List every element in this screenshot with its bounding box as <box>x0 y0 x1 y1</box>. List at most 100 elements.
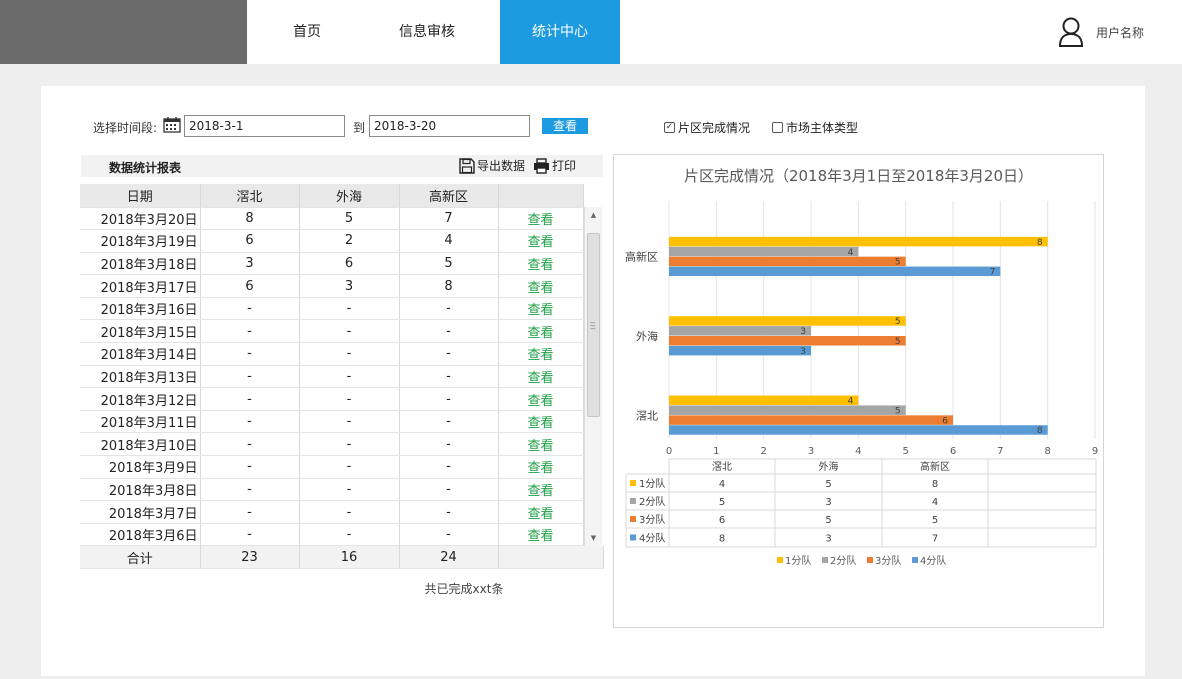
total-cell: 23 <box>200 546 300 570</box>
value-cell: - <box>200 500 300 524</box>
table-value: 6 <box>719 515 725 526</box>
value-cell: 5 <box>299 207 400 231</box>
value-cell: - <box>200 432 300 457</box>
table-row: 2018年3月12日 - - - 查看 <box>80 387 584 411</box>
bar-data-label: 5 <box>895 337 901 347</box>
view-link[interactable]: 查看 <box>498 274 584 298</box>
total-label: 合计 <box>80 546 201 570</box>
value-cell: 6 <box>200 274 300 298</box>
value-cell: - <box>399 387 499 411</box>
bar <box>669 316 906 326</box>
view-link[interactable]: 查看 <box>498 478 584 502</box>
y-category-label: 滘北 <box>636 409 658 422</box>
value-cell: 3 <box>200 252 300 276</box>
value-cell: - <box>299 365 400 389</box>
option-market-subject-type[interactable]: 市场主体类型 <box>772 119 858 136</box>
value-cell: 8 <box>399 274 499 298</box>
bar-data-label: 3 <box>800 347 806 357</box>
view-link[interactable]: 查看 <box>498 523 584 547</box>
table-row: 2018年3月17日 6 3 8 查看 <box>80 274 584 298</box>
value-cell: - <box>399 432 499 457</box>
date-cell: 2018年3月7日 <box>80 500 201 524</box>
date-cell: 2018年3月6日 <box>80 523 201 547</box>
nav-info-review[interactable]: 信息审核 <box>367 0 487 64</box>
value-cell: 5 <box>399 252 499 276</box>
date-cell: 2018年3月16日 <box>80 297 201 321</box>
value-cell: - <box>200 365 300 389</box>
total-cell: 16 <box>299 546 400 570</box>
view-link[interactable]: 查看 <box>498 297 584 321</box>
legend-label: 2分队 <box>830 554 856 567</box>
date-cell: 2018年3月8日 <box>80 478 201 502</box>
view-link[interactable]: 查看 <box>498 432 584 457</box>
bar-data-label: 5 <box>895 258 901 268</box>
table-value: 4 <box>932 497 938 508</box>
save-icon <box>459 157 475 174</box>
print-label: 打印 <box>552 159 577 173</box>
nav-home[interactable]: 首页 <box>247 0 367 64</box>
grip-icon: ‒ ‒ ‒ <box>590 318 596 334</box>
view-link[interactable]: 查看 <box>498 252 584 276</box>
calendar-icon[interactable] <box>163 116 181 133</box>
scrollbar-thumb[interactable]: ‒ ‒ ‒ <box>587 233 600 417</box>
bar <box>669 405 906 415</box>
view-link[interactable]: 查看 <box>498 410 584 434</box>
scroll-down-arrow-icon[interactable]: ▼ <box>585 530 602 546</box>
option-district-completion[interactable]: ✓ 片区完成情况 <box>664 119 750 136</box>
user-menu[interactable]: 用户名称 <box>1058 16 1144 48</box>
view-link[interactable]: 查看 <box>498 342 584 366</box>
table-scrollbar[interactable]: ▲ ‒ ‒ ‒ ▼ <box>584 207 602 546</box>
view-button[interactable]: 查看 <box>542 118 588 134</box>
table-value: 5 <box>825 479 831 490</box>
x-tick-label: 2 <box>760 446 766 457</box>
view-link[interactable]: 查看 <box>498 500 584 524</box>
end-date-input[interactable] <box>369 115 530 137</box>
legend-key <box>777 557 783 563</box>
value-cell: - <box>299 387 400 411</box>
column-header: 日期 <box>80 184 201 208</box>
bar <box>669 326 811 336</box>
scroll-up-arrow-icon[interactable]: ▲ <box>585 207 602 223</box>
value-cell: - <box>399 410 499 434</box>
checkbox-unchecked[interactable] <box>772 122 783 133</box>
table-row: 2018年3月11日 - - - 查看 <box>80 410 584 434</box>
checkbox-checked[interactable]: ✓ <box>664 122 675 133</box>
x-tick-label: 9 <box>1092 446 1098 457</box>
view-link[interactable]: 查看 <box>498 365 584 389</box>
nav-statistics-center[interactable]: 统计中心 <box>500 0 620 64</box>
export-data-button[interactable]: 导出数据 <box>459 157 525 174</box>
y-category-label: 高新区 <box>625 250 658 264</box>
view-link[interactable]: 查看 <box>498 319 584 344</box>
start-date-input[interactable] <box>184 115 345 137</box>
value-cell: 8 <box>200 207 300 231</box>
view-link[interactable]: 查看 <box>498 387 584 411</box>
print-button[interactable]: 打印 <box>533 157 576 174</box>
view-link[interactable]: 查看 <box>498 229 584 253</box>
table-value: 7 <box>932 534 938 545</box>
table-row: 2018年3月6日 - - - 查看 <box>80 523 584 547</box>
value-cell: - <box>299 319 400 344</box>
date-cell: 2018年3月10日 <box>80 432 201 457</box>
value-cell: - <box>399 455 499 479</box>
value-cell: - <box>299 342 400 366</box>
value-cell: - <box>200 455 300 479</box>
table-value: 4 <box>719 479 725 490</box>
bar <box>669 395 859 406</box>
table-column-label: 高新区 <box>920 460 950 473</box>
value-cell: - <box>299 297 400 321</box>
x-tick-label: 8 <box>1044 446 1050 457</box>
table-row: 2018年3月15日 - - - 查看 <box>80 319 584 344</box>
value-cell: - <box>399 319 499 344</box>
value-cell: 4 <box>399 229 499 253</box>
value-cell: 2 <box>299 229 400 253</box>
legend-label: 1分队 <box>785 554 811 567</box>
table-row: 2018年3月10日 - - - 查看 <box>80 432 584 457</box>
bar-data-label: 5 <box>895 406 901 416</box>
view-link[interactable]: 查看 <box>498 207 584 231</box>
date-cell: 2018年3月15日 <box>80 319 201 344</box>
column-header: 滘北 <box>200 184 300 208</box>
x-tick-label: 3 <box>808 446 814 457</box>
view-link[interactable]: 查看 <box>498 455 584 479</box>
bar <box>669 266 1001 277</box>
series-key <box>630 480 636 486</box>
